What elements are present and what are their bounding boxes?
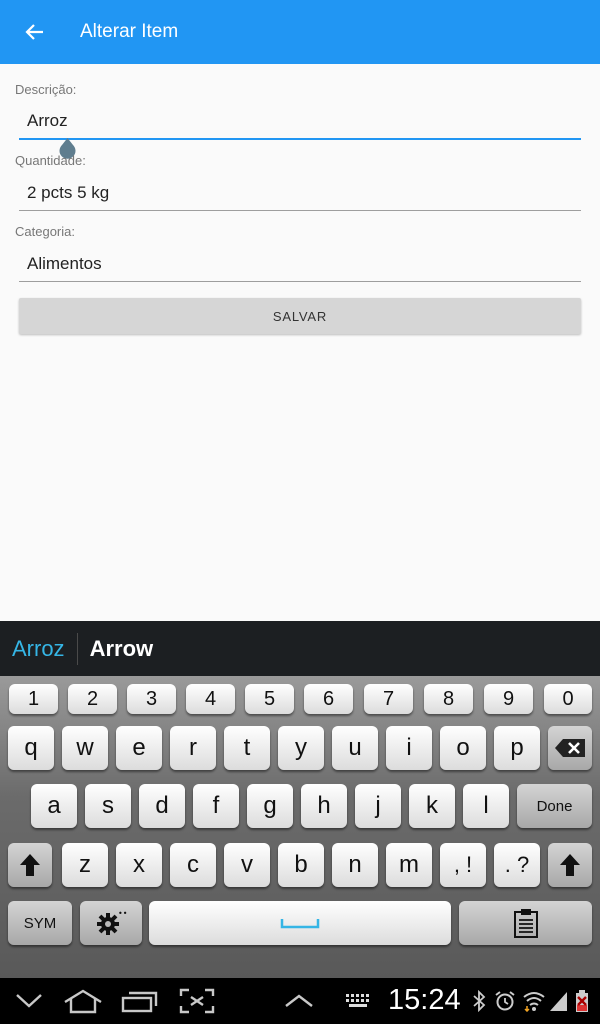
- key-j[interactable]: j: [355, 784, 401, 828]
- key-9[interactable]: 9: [484, 684, 533, 714]
- descricao-label: Descrição:: [15, 82, 77, 97]
- shift-icon: [20, 854, 40, 876]
- key-1[interactable]: 1: [9, 684, 58, 714]
- alarm-icon: [494, 988, 516, 1014]
- shift-key-right[interactable]: [548, 843, 592, 887]
- gear-icon: •••: [97, 909, 128, 935]
- chevron-down-icon: [16, 994, 42, 1008]
- recent-apps-icon: [121, 991, 158, 1013]
- key-y[interactable]: y: [278, 726, 324, 770]
- bluetooth-icon: [472, 988, 486, 1014]
- home-button[interactable]: [60, 986, 106, 1016]
- key-a[interactable]: a: [31, 784, 77, 828]
- expand-up-button[interactable]: [282, 986, 316, 1016]
- keyboard-status-icon: [343, 986, 375, 1016]
- suggestion-item[interactable]: Arrow: [78, 636, 166, 662]
- app-bar: Alterar Item: [0, 0, 600, 64]
- system-bar: 15:24: [0, 978, 600, 1024]
- key-l[interactable]: l: [463, 784, 509, 828]
- key-o[interactable]: o: [440, 726, 486, 770]
- key-h[interactable]: h: [301, 784, 347, 828]
- key-f[interactable]: f: [193, 784, 239, 828]
- settings-key[interactable]: •••: [80, 901, 142, 945]
- sym-key[interactable]: SYM: [8, 901, 72, 945]
- clipboard-key[interactable]: [459, 901, 592, 945]
- key-d[interactable]: d: [139, 784, 185, 828]
- categoria-field[interactable]: Alimentos: [19, 242, 581, 282]
- hide-keyboard-button[interactable]: [12, 986, 46, 1016]
- page-title: Alterar Item: [80, 21, 179, 42]
- key-2[interactable]: 2: [68, 684, 117, 714]
- home-icon: [64, 989, 102, 1014]
- key-e[interactable]: e: [116, 726, 162, 770]
- key-r[interactable]: r: [170, 726, 216, 770]
- key-t[interactable]: t: [224, 726, 270, 770]
- battery-icon: [574, 988, 590, 1014]
- clock: 15:24: [388, 984, 461, 1016]
- shift-key-left[interactable]: [8, 843, 52, 887]
- soft-keyboard: 1 2 3 4 5 6 7 8 9 0 q w e r t y u i o p …: [0, 676, 600, 978]
- key-k[interactable]: k: [409, 784, 455, 828]
- back-button[interactable]: [0, 0, 70, 64]
- key-z[interactable]: z: [62, 843, 108, 887]
- space-bar-icon: [280, 919, 320, 929]
- key-3[interactable]: 3: [127, 684, 176, 714]
- key-5[interactable]: 5: [245, 684, 294, 714]
- key-i[interactable]: i: [386, 726, 432, 770]
- key-v[interactable]: v: [224, 843, 270, 887]
- clipboard-icon: [513, 909, 538, 938]
- svg-text:•••: •••: [118, 909, 128, 918]
- quantidade-label: Quantidade:: [15, 153, 86, 168]
- key-p[interactable]: p: [494, 726, 540, 770]
- space-key[interactable]: [149, 901, 451, 945]
- quantidade-field[interactable]: 2 pcts 5 kg: [19, 171, 581, 211]
- key-n[interactable]: n: [332, 843, 378, 887]
- signal-icon: [549, 988, 569, 1014]
- key-x[interactable]: x: [116, 843, 162, 887]
- key-b[interactable]: b: [278, 843, 324, 887]
- key-m[interactable]: m: [386, 843, 432, 887]
- key-c[interactable]: c: [170, 843, 216, 887]
- shift-icon: [560, 854, 580, 876]
- done-key[interactable]: Done: [517, 784, 592, 828]
- key-s[interactable]: s: [85, 784, 131, 828]
- key-7[interactable]: 7: [364, 684, 413, 714]
- key-6[interactable]: 6: [304, 684, 353, 714]
- suggestion-item[interactable]: Arroz: [0, 636, 77, 662]
- suggestion-strip: Arroz Arrow: [0, 621, 600, 676]
- key-w[interactable]: w: [62, 726, 108, 770]
- key-8[interactable]: 8: [424, 684, 473, 714]
- arrow-back-icon: [25, 24, 43, 40]
- categoria-label: Categoria:: [15, 224, 75, 239]
- chevron-up-icon: [285, 994, 313, 1007]
- key-comma[interactable]: , !: [440, 843, 486, 887]
- key-q[interactable]: q: [8, 726, 54, 770]
- key-g[interactable]: g: [247, 784, 293, 828]
- key-u[interactable]: u: [332, 726, 378, 770]
- descricao-field[interactable]: Arroz: [19, 100, 581, 140]
- save-button[interactable]: SALVAR: [19, 298, 581, 334]
- backspace-icon: [555, 739, 585, 757]
- wifi-icon: [522, 988, 546, 1014]
- backspace-key[interactable]: [548, 726, 592, 770]
- recent-apps-button[interactable]: [118, 986, 160, 1016]
- screenshot-button[interactable]: [177, 986, 217, 1016]
- screenshot-icon: [179, 988, 215, 1014]
- key-0[interactable]: 0: [544, 684, 592, 714]
- key-period[interactable]: . ?: [494, 843, 540, 887]
- key-4[interactable]: 4: [186, 684, 235, 714]
